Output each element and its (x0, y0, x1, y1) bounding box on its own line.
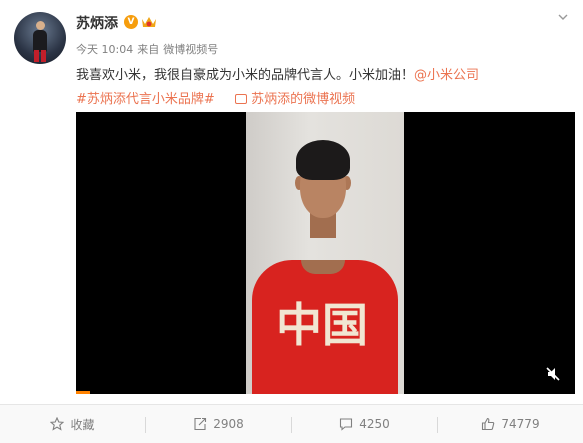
avatar-figure-body (33, 30, 47, 52)
post-tags: #苏炳添代言小米品牌# 苏炳添的微博视频 (76, 88, 355, 107)
source-prefix: 来自 (137, 43, 160, 56)
action-bar: 收藏 2908 4250 74779 (0, 404, 583, 443)
avatar-figure-head (36, 21, 45, 30)
post-meta: 今天 10:04 来自 微博视频号 (76, 41, 222, 57)
mute-icon[interactable] (545, 366, 561, 382)
like-count: 74779 (501, 417, 540, 431)
avatar-figure-leg (34, 50, 39, 62)
favorite-star-icon (50, 417, 65, 431)
post-body: 我喜欢小米，我很自豪成为小米的品牌代言人。小米加油！ (76, 68, 415, 83)
video-link-icon (235, 94, 248, 104)
video-link[interactable]: 苏炳添的微博视频 (235, 92, 355, 107)
like-button[interactable]: 74779 (438, 405, 583, 443)
avatar-figure-leg (41, 50, 46, 62)
crown-icon[interactable] (141, 15, 157, 29)
repost-count: 2908 (213, 417, 244, 431)
video-frame: 中国 (246, 112, 404, 394)
video-progress[interactable] (76, 391, 90, 394)
chevron-down-icon[interactable] (558, 12, 568, 22)
post-time[interactable]: 今天 10:04 (76, 43, 133, 56)
shirt-lettering: 中国 (276, 298, 368, 352)
comment-count: 4250 (359, 417, 390, 431)
video-link-label: 苏炳添的微博视频 (251, 92, 356, 107)
comment-icon (340, 418, 353, 431)
author-name[interactable]: 苏炳添 (76, 13, 118, 33)
like-thumb-icon (482, 417, 495, 431)
favorite-button[interactable]: 收藏 (0, 405, 145, 443)
repost-icon (194, 417, 207, 431)
video-player[interactable]: 中国 (76, 112, 575, 394)
post-source[interactable]: 微博视频号 (163, 43, 218, 56)
mention-link[interactable]: @小米公司 (414, 68, 479, 83)
hair (296, 140, 350, 180)
comment-button[interactable]: 4250 (292, 405, 437, 443)
verified-v-icon[interactable]: V (124, 15, 138, 29)
topic-tag-link[interactable]: #苏炳添代言小米品牌# (76, 92, 215, 107)
post-text: 我喜欢小米，我很自豪成为小米的品牌代言人。小米加油！@小米公司 (76, 64, 479, 83)
favorite-label: 收藏 (70, 417, 95, 432)
avatar[interactable] (14, 12, 66, 64)
repost-button[interactable]: 2908 (146, 405, 291, 443)
